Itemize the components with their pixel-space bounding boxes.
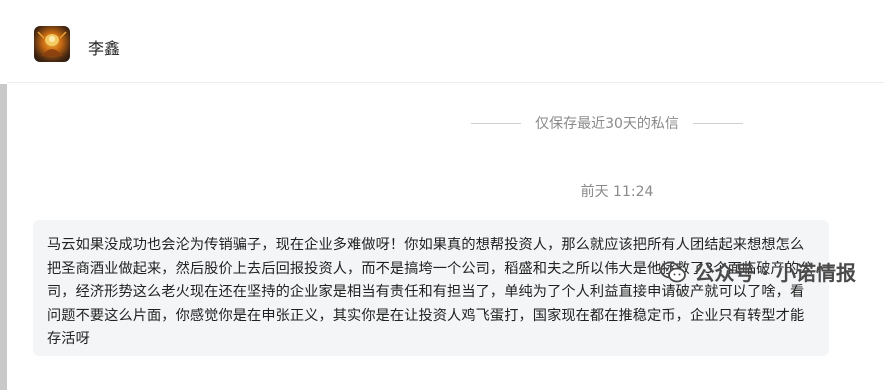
left-scroll-strip [0,84,7,390]
message-timestamp: 前天 11:24 [580,184,654,200]
message-bubble[interactable]: 马云如果没成功也会沦为传销骗子，现在企业多难做呀！你如果真的想帮投资人，那么就应… [33,220,829,356]
notice-text: 仅保存最近30天的私信 [535,116,679,132]
avatar[interactable] [34,26,70,62]
message-text: 马云如果没成功也会沦为传销骗子，现在企业多难做呀！你如果真的想帮投资人，那么就应… [47,237,814,347]
chat-header: 李鑫 [7,0,884,83]
contact-name: 李鑫 [88,39,121,58]
watermark-text: 公众号 · 小诺情报 [694,261,856,285]
dm-window: 李鑫 仅保存最近30天的私信 前天 11:24 马云如果没成功也会沦为传销骗子，… [0,0,884,390]
notice-line-right [692,122,743,124]
avatar-image-icon [37,31,67,56]
notice-line-left [471,122,522,124]
chat-area: 仅保存最近30天的私信 前天 11:24 马云如果没成功也会沦为传销骗子，现在企… [7,84,884,390]
watermark: 公众号 · 小诺情报 [660,257,856,286]
retention-notice: 仅保存最近30天的私信 [462,113,752,133]
wechat-icon [660,261,687,282]
